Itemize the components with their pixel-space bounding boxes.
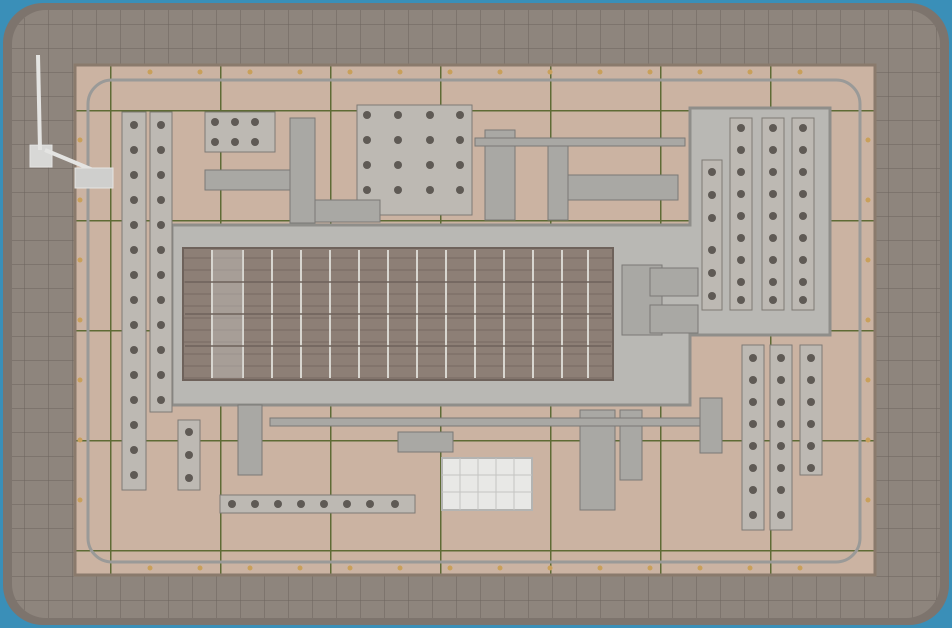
rooftop-scene bbox=[0, 0, 952, 628]
solar-panel-array bbox=[182, 247, 614, 381]
ac-units-bottom-row bbox=[219, 494, 416, 514]
water-tank bbox=[441, 457, 533, 511]
